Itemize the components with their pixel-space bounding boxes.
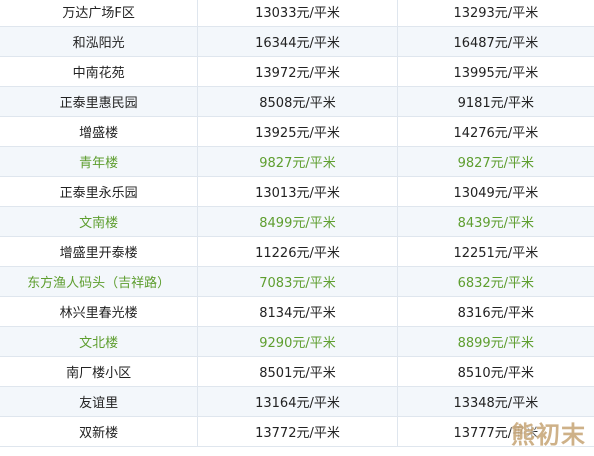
table-row: 文北楼 9290元/平米 8899元/平米	[0, 327, 594, 357]
price-col-b: 9181元/平米	[457, 96, 535, 111]
watermark-logo: 熊初末	[511, 421, 586, 449]
community-name: 东方渔人码头（吉祥路）	[0, 267, 199, 296]
price-col-b: 13293元/平米	[453, 6, 539, 21]
price-col-a: 7083元/平米	[198, 267, 398, 296]
price-col-b: 8439元/平米	[457, 216, 535, 231]
price-col-b: 6832元/平米	[457, 276, 535, 291]
price-col-a: 9290元/平米	[198, 327, 398, 356]
price-col-b: 8899元/平米	[457, 336, 535, 351]
price-col-a: 13164元/平米	[198, 387, 398, 416]
price-col-a: 13772元/平米	[198, 417, 398, 446]
community-name: 青年楼	[0, 147, 199, 176]
table-row: 双新楼 13772元/平米 13777元/平米	[0, 417, 594, 447]
price-col-a: 13972元/平米	[198, 57, 398, 86]
price-col-b: 13348元/平米	[453, 396, 539, 411]
community-name: 正泰里惠民园	[0, 87, 199, 116]
table-row: 东方渔人码头（吉祥路） 7083元/平米 6832元/平米	[0, 267, 594, 297]
community-name: 文北楼	[0, 327, 199, 356]
community-name: 和泓阳光	[0, 27, 199, 56]
price-col-a: 8508元/平米	[198, 87, 398, 116]
community-name: 增盛里开泰楼	[0, 237, 199, 266]
table-row: 和泓阳光 16344元/平米 16487元/平米	[0, 27, 594, 57]
table-row: 增盛楼 13925元/平米 14276元/平米	[0, 117, 594, 147]
table-row: 友谊里 13164元/平米 13348元/平米	[0, 387, 594, 417]
price-col-b: 14276元/平米	[453, 126, 539, 141]
community-name: 文南楼	[0, 207, 199, 236]
price-col-a: 13033元/平米	[198, 0, 398, 26]
price-col-a: 8499元/平米	[198, 207, 398, 236]
community-name: 双新楼	[0, 417, 199, 446]
table-row: 正泰里惠民园 8508元/平米 9181元/平米	[0, 87, 594, 117]
price-col-b: 8316元/平米	[457, 306, 535, 321]
price-col-a: 16344元/平米	[198, 27, 398, 56]
community-name: 南厂楼小区	[0, 357, 199, 386]
price-col-a: 9827元/平米	[198, 147, 398, 176]
community-name: 增盛楼	[0, 117, 199, 146]
table-row: 林兴里春光楼 8134元/平米 8316元/平米	[0, 297, 594, 327]
community-name: 正泰里永乐园	[0, 177, 199, 206]
price-col-b: 12251元/平米	[453, 246, 539, 261]
table-row: 正泰里永乐园 13013元/平米 13049元/平米	[0, 177, 594, 207]
price-col-a: 8501元/平米	[198, 357, 398, 386]
price-table: 万达广场F区 13033元/平米 13293元/平米 和泓阳光 16344元/平…	[0, 0, 594, 447]
price-col-a: 13925元/平米	[198, 117, 398, 146]
price-col-a: 13013元/平米	[198, 177, 398, 206]
table-row: 万达广场F区 13033元/平米 13293元/平米	[0, 0, 594, 27]
table-row: 青年楼 9827元/平米 9827元/平米	[0, 147, 594, 177]
price-col-b: 8510元/平米	[457, 366, 535, 381]
table-row: 文南楼 8499元/平米 8439元/平米	[0, 207, 594, 237]
community-name: 中南花苑	[0, 57, 199, 86]
table-row: 南厂楼小区 8501元/平米 8510元/平米	[0, 357, 594, 387]
price-col-b: 16487元/平米	[453, 36, 539, 51]
price-col-a: 8134元/平米	[198, 297, 398, 326]
community-name: 林兴里春光楼	[0, 297, 199, 326]
price-col-a: 11226元/平米	[198, 237, 398, 266]
price-col-b: 13049元/平米	[453, 186, 539, 201]
community-name: 友谊里	[0, 387, 199, 416]
community-name: 万达广场F区	[0, 0, 199, 26]
table-row: 增盛里开泰楼 11226元/平米 12251元/平米	[0, 237, 594, 267]
price-col-b: 9827元/平米	[457, 156, 535, 171]
table-row: 中南花苑 13972元/平米 13995元/平米	[0, 57, 594, 87]
price-col-b: 13995元/平米	[453, 66, 539, 81]
